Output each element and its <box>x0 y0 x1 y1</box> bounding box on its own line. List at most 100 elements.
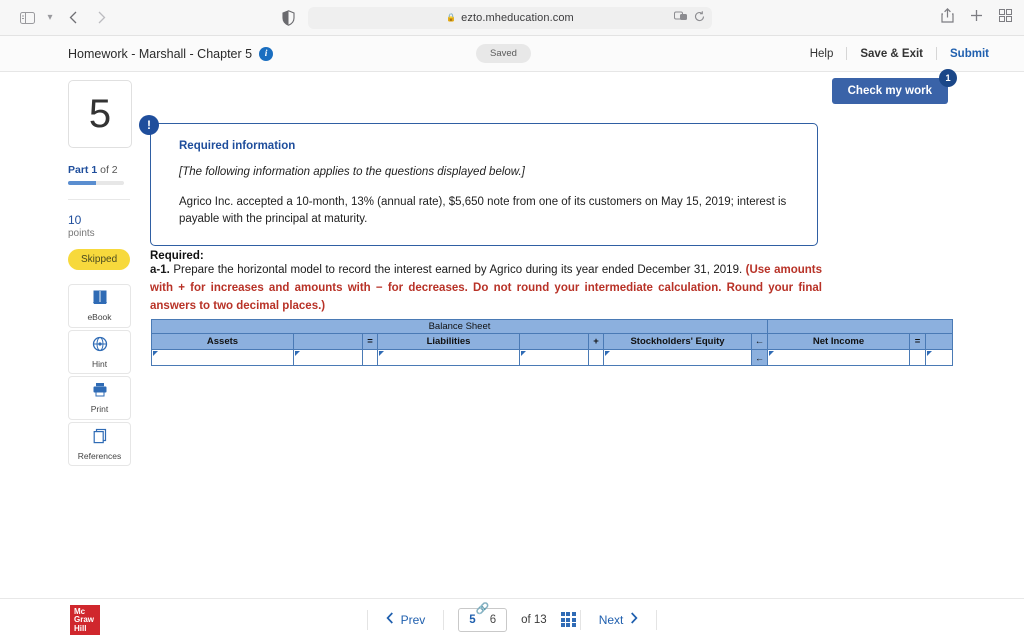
table-group-header-row: Balance Sheet <box>151 319 953 334</box>
column-header-plus: + <box>588 333 604 350</box>
address-bar-actions <box>674 9 705 27</box>
next-label: Next <box>598 612 624 627</box>
part-indicator: Part 1 of 2 <box>68 164 132 176</box>
cell-assets-secondary-input[interactable] <box>293 349 363 366</box>
callout-note: [The following information applies to th… <box>179 166 525 178</box>
table-row: ← <box>151 349 953 366</box>
required-text: a-1. Prepare the horizontal model to rec… <box>150 262 822 315</box>
reload-icon[interactable] <box>694 9 705 27</box>
part-indicator-current: Part 1 <box>68 164 98 176</box>
hint-button[interactable]: Hint <box>68 330 131 374</box>
ebook-label: eBook <box>87 312 112 322</box>
page-title-text: Homework - Marshall - Chapter 5 <box>68 46 253 61</box>
group-header-blank <box>767 319 953 334</box>
extensions-icon[interactable] <box>674 9 688 27</box>
chevron-left-icon <box>386 612 394 627</box>
print-button[interactable]: Print <box>68 376 131 420</box>
callout-heading: Required information <box>179 140 296 152</box>
part-indicator-total: of 2 <box>97 164 118 176</box>
page-total: of 13 <box>521 613 547 626</box>
check-my-work-button[interactable]: Check my work <box>831 78 948 104</box>
tool-list: eBook Hint Print References <box>68 284 132 466</box>
divider <box>656 609 658 630</box>
cell-stockholders-equity-input[interactable] <box>603 349 752 366</box>
part-progress-bar <box>68 181 124 185</box>
help-link[interactable]: Help <box>797 48 847 60</box>
column-header-equals-2: = <box>909 333 926 350</box>
check-my-work-wrapper: Check my work 1 <box>831 69 957 104</box>
references-icon <box>92 428 108 449</box>
grid-view-icon[interactable] <box>560 612 576 627</box>
chevron-down-icon[interactable]: ▾ <box>42 12 58 23</box>
forward-arrow-icon[interactable] <box>88 6 114 30</box>
cell-net-income-input[interactable] <box>767 349 910 366</box>
status-badge: Saved <box>476 44 531 63</box>
submit-button[interactable]: Submit <box>937 48 1002 60</box>
share-icon[interactable] <box>941 7 954 28</box>
cell-spacer-2 <box>588 349 604 366</box>
references-label: References <box>77 450 122 461</box>
prev-button[interactable]: Prev <box>368 612 444 627</box>
address-bar[interactable]: 🔒 ezto.mheducation.com <box>308 6 712 29</box>
app-header: Homework - Marshall - Chapter 5 i Saved … <box>0 36 1024 72</box>
column-header-stockholders-equity: Stockholders' Equity <box>603 333 752 350</box>
column-header-trailing-blank <box>925 333 953 350</box>
hint-icon <box>92 336 108 357</box>
browser-toolbar: ▾ 🔒 ezto.mheducation.com <box>0 0 1024 36</box>
lock-icon: 🔒 <box>446 13 457 22</box>
plus-icon[interactable] <box>970 9 983 27</box>
column-header-equals-1: = <box>362 333 378 350</box>
part-progress-fill <box>68 181 96 185</box>
question-number-card: 5 <box>68 80 132 148</box>
info-icon[interactable]: i <box>259 46 274 61</box>
cell-spacer-1 <box>362 349 378 366</box>
cell-left-arrow: ← <box>751 349 768 366</box>
cell-liabilities-input[interactable] <box>377 349 520 366</box>
required-information-callout: ! Required information [The following in… <box>139 115 818 247</box>
cell-trailing-input[interactable] <box>925 349 953 366</box>
points-value: 10 <box>68 213 82 227</box>
cell-assets-input[interactable] <box>151 349 294 366</box>
cell-liabilities-secondary-input[interactable] <box>519 349 589 366</box>
column-header-liabilities-blank <box>519 333 589 350</box>
column-header-net-income: Net Income <box>767 333 910 350</box>
header-actions: Help Save & Exit Submit <box>797 47 1002 60</box>
column-header-left-arrow: ← <box>751 333 768 350</box>
browser-right-controls <box>941 7 1012 28</box>
next-button[interactable]: Next <box>581 612 657 627</box>
required-item-text: Prepare the horizontal model to record t… <box>169 264 746 276</box>
question-rail: 5 Part 1 of 2 10 points Skipped eBook Hi… <box>68 80 132 468</box>
print-label: Print <box>90 404 109 414</box>
browser-nav-controls: ▾ <box>14 6 114 30</box>
prev-label: Prev <box>400 612 426 627</box>
horizontal-model-table: Balance Sheet Assets = Liabilities + Sto… <box>151 319 953 366</box>
save-and-exit-button[interactable]: Save & Exit <box>847 48 936 60</box>
sidebar-toggle-icon[interactable] <box>14 6 40 30</box>
page-title: Homework - Marshall - Chapter 5 i <box>68 46 274 61</box>
shield-icon[interactable] <box>282 9 295 26</box>
references-button[interactable]: References <box>68 422 131 466</box>
print-icon <box>92 382 108 402</box>
required-heading: Required: <box>150 250 204 262</box>
group-header-balance-sheet: Balance Sheet <box>151 319 768 334</box>
pagination: Prev 🔗 5 6 of 13 Next <box>0 603 1024 632</box>
check-my-work-badge: 1 <box>939 69 957 87</box>
required-block: Required: a-1. Prepare the horizontal mo… <box>150 250 822 315</box>
link-icon: 🔗 <box>475 602 490 615</box>
points-label: points <box>68 228 95 239</box>
column-header-assets-blank <box>293 333 363 350</box>
divider <box>68 199 130 200</box>
page-linked[interactable]: 6 <box>490 614 496 626</box>
back-arrow-icon[interactable] <box>60 6 86 30</box>
required-item-label: a-1. <box>150 264 170 276</box>
ebook-button[interactable]: eBook <box>68 284 131 328</box>
cell-spacer-3 <box>909 349 926 366</box>
page-current[interactable]: 5 <box>469 614 475 626</box>
divider <box>443 609 445 630</box>
skipped-badge: Skipped <box>68 249 131 270</box>
callout-body: Agrico Inc. accepted a 10-month, 13% (an… <box>179 196 787 225</box>
tab-overview-icon[interactable] <box>999 8 1012 27</box>
footer-bar: Mc Graw Hill Prev 🔗 5 6 of 13 Next <box>0 598 1024 640</box>
page-number-box[interactable]: 🔗 5 6 <box>458 603 508 632</box>
table-column-header-row: Assets = Liabilities + Stockholders' Equ… <box>151 333 953 350</box>
